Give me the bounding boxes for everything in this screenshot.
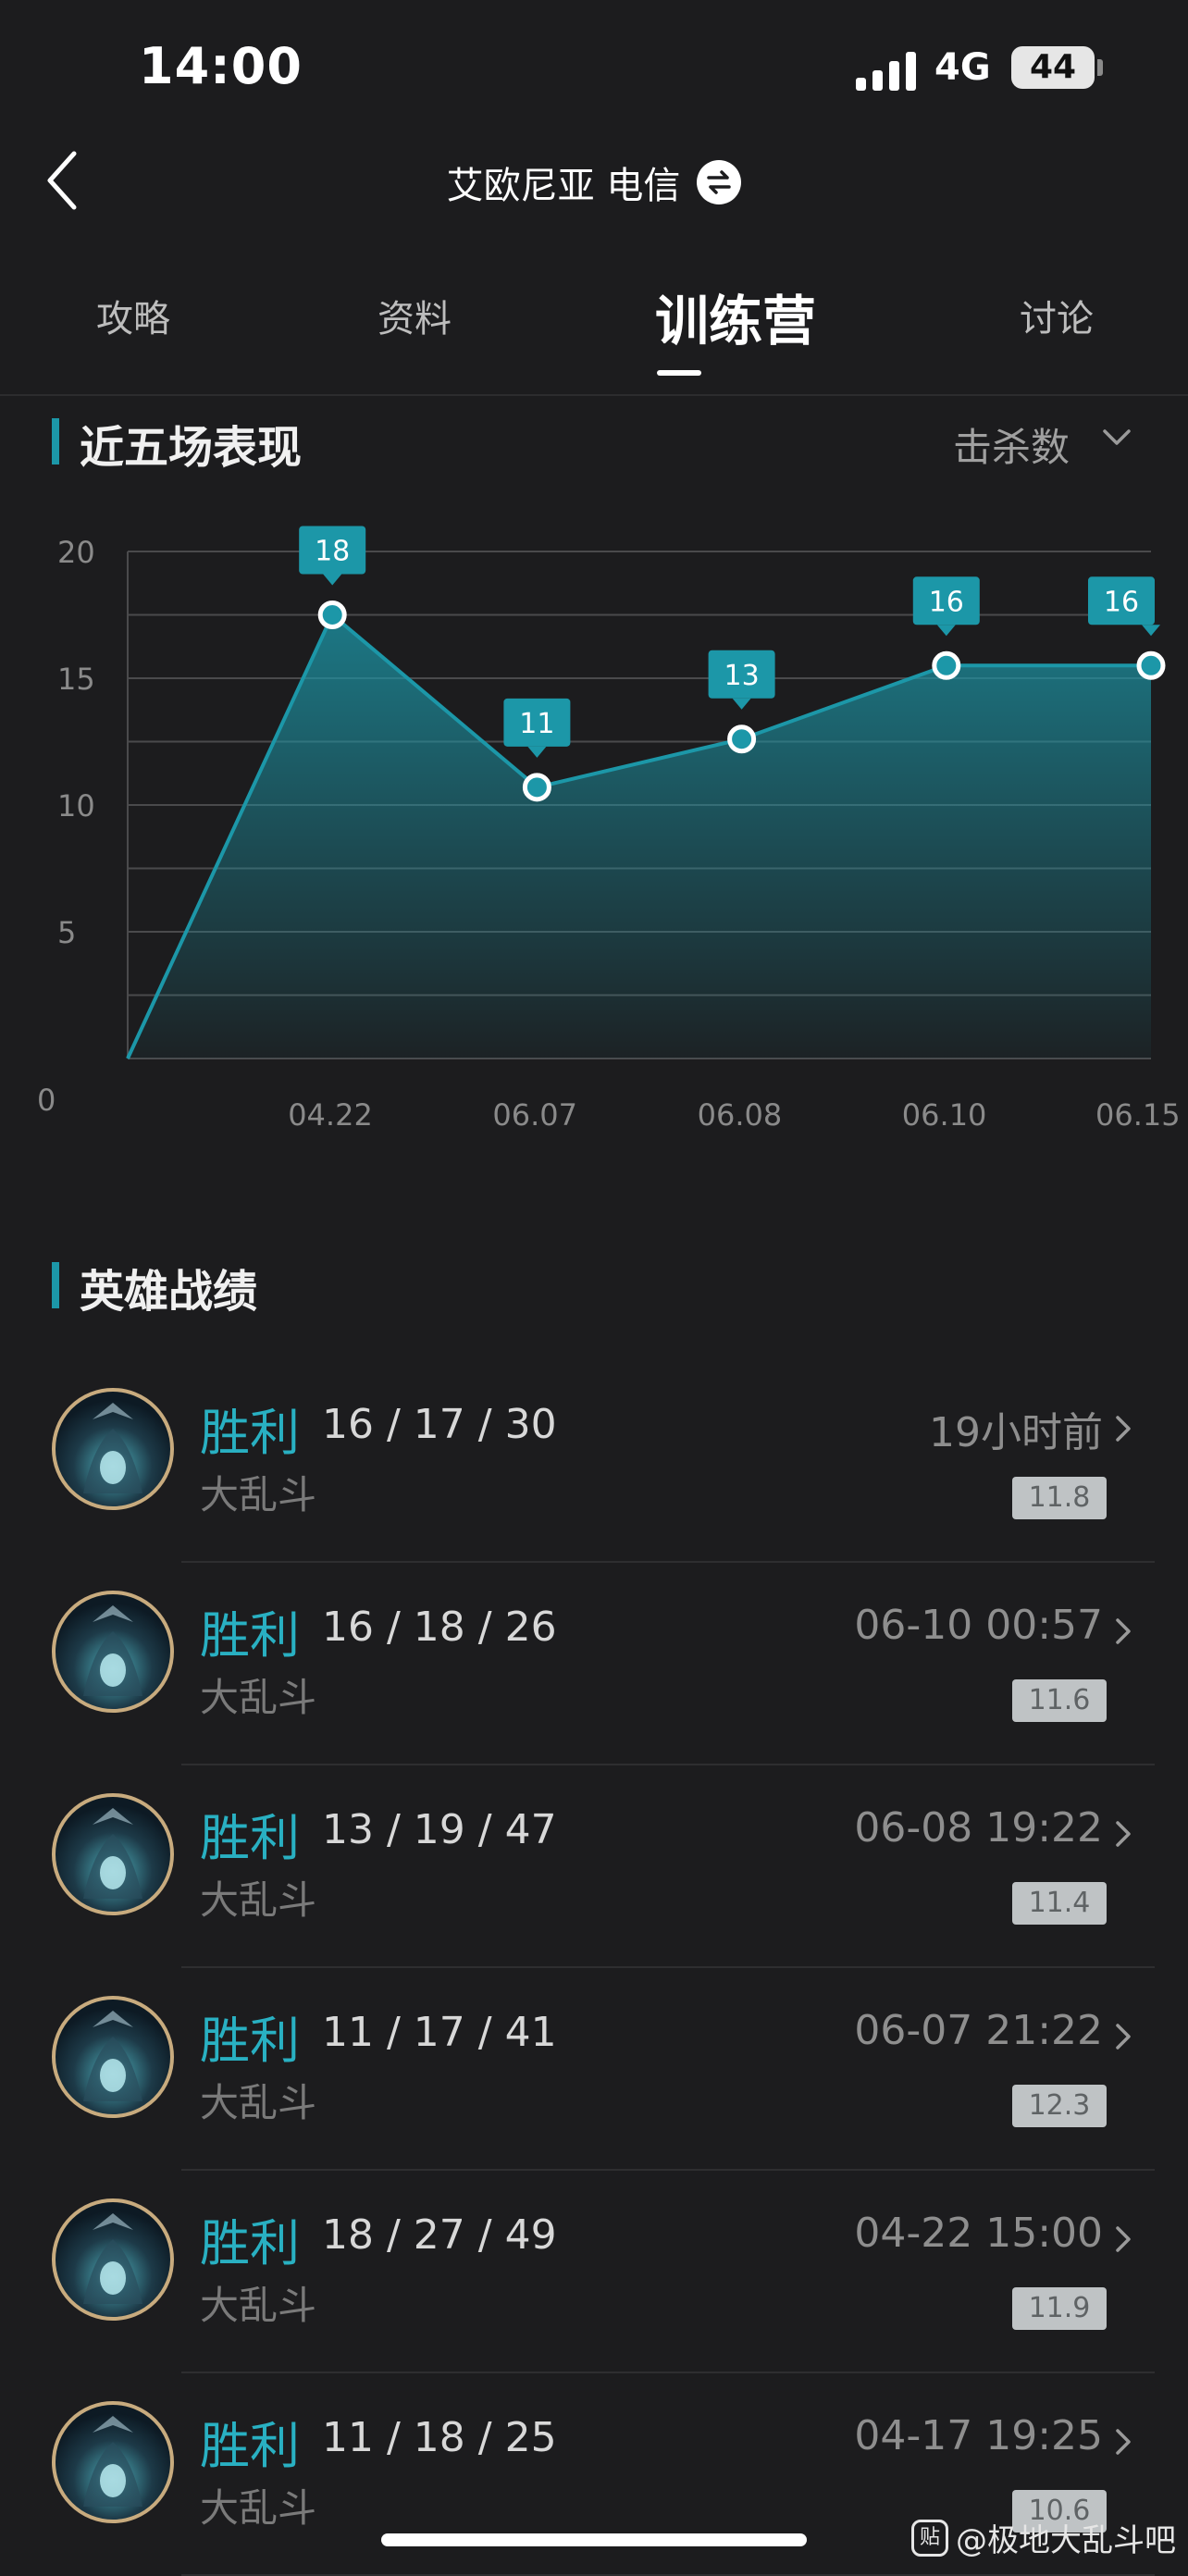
- match-time: 19小时前: [929, 1409, 1103, 1456]
- point-value-label: 16: [929, 586, 964, 618]
- watermark-text: @极地大乱斗吧: [956, 2522, 1176, 2559]
- point-label-pointer: [1142, 625, 1160, 637]
- match-record-row[interactable]: 胜利 13 / 19 / 47 大乱斗 06-08 19:22 11.4: [0, 1765, 1188, 1968]
- point-value-label: 16: [1104, 586, 1139, 618]
- point-label-pointer: [527, 746, 547, 758]
- match-score-badge: 11.8: [1012, 1477, 1107, 1519]
- match-score-badge: 11.6: [1012, 1679, 1107, 1722]
- tab-training-camp[interactable]: 训练营: [655, 278, 816, 355]
- data-point[interactable]: [727, 724, 757, 754]
- chevron-right-icon[interactable]: [1114, 2224, 1132, 2254]
- match-record-row[interactable]: 胜利 16 / 18 / 26 大乱斗 06-10 00:57 11.6: [0, 1563, 1188, 1765]
- match-mode: 大乱斗: [200, 1877, 317, 1923]
- tab-discussion[interactable]: 讨论: [1020, 289, 1094, 342]
- match-result: 胜利: [200, 2214, 300, 2273]
- x-tick-label: 06.08: [698, 1097, 783, 1133]
- match-time: 04-17 19:25: [854, 2412, 1103, 2459]
- match-result: 胜利: [200, 2012, 300, 2070]
- section-accent-bar: [52, 1262, 59, 1308]
- point-value-label: 11: [519, 708, 554, 740]
- x-tick-label: 06.07: [492, 1097, 577, 1133]
- champion-avatar: [52, 2198, 174, 2321]
- match-mode: 大乱斗: [200, 1472, 317, 1517]
- tab-strategy[interactable]: 攻略: [96, 289, 170, 342]
- match-score-badge: 11.9: [1012, 2287, 1107, 2330]
- match-score-badge: 12.3: [1012, 2085, 1107, 2127]
- match-result: 胜利: [200, 1606, 300, 1665]
- chevron-right-icon[interactable]: [1114, 1819, 1132, 1849]
- hero-records-title: 英雄战绩: [80, 1266, 258, 1318]
- point-label-pointer: [323, 574, 342, 586]
- performance-chart: 0 5 10 15 20 04.22 06.07 06.08 06.10 06.15 18 11 1…: [37, 526, 1181, 1133]
- home-indicator[interactable]: [381, 2533, 807, 2546]
- data-point[interactable]: [317, 601, 347, 629]
- server-title[interactable]: 艾欧尼亚 电信: [447, 155, 681, 209]
- champion-avatar: [52, 1996, 174, 2118]
- chevron-right-icon[interactable]: [1114, 2022, 1132, 2051]
- match-time: 06-07 21:22: [854, 2007, 1103, 2054]
- champion-avatar: [52, 1793, 174, 1915]
- data-point[interactable]: [932, 650, 961, 680]
- y-tick-label: 15: [57, 662, 95, 697]
- match-mode: 大乱斗: [200, 2080, 317, 2125]
- chart-area: [128, 614, 1151, 1059]
- match-result: 胜利: [200, 2417, 300, 2475]
- match-kda: 18 / 27 / 49: [322, 2211, 557, 2259]
- match-time: 04-22 15:00: [854, 2210, 1103, 2257]
- header-bar: 艾欧尼亚 电信: [0, 155, 1188, 209]
- match-mode: 大乱斗: [200, 1675, 317, 1720]
- section-accent-bar: [52, 418, 59, 464]
- tabs-divider: [0, 394, 1188, 396]
- y-tick-label: 0: [37, 1083, 56, 1118]
- tab-profile[interactable]: 资料: [377, 289, 452, 342]
- battery-level: 44: [1029, 48, 1077, 86]
- match-time: 06-08 19:22: [854, 1804, 1103, 1852]
- data-point[interactable]: [1136, 650, 1166, 680]
- x-tick-label: 04.22: [288, 1097, 373, 1133]
- point-label-pointer: [732, 698, 751, 710]
- x-tick-label: 06.15: [1095, 1097, 1181, 1133]
- x-tick-label: 06.10: [902, 1097, 987, 1133]
- watermark: 贴 @极地大乱斗吧: [911, 2515, 1176, 2560]
- signal-icon: [856, 52, 916, 91]
- match-mode: 大乱斗: [200, 2283, 317, 2328]
- status-time: 14:00: [139, 37, 303, 95]
- champion-avatar: [52, 1388, 174, 1510]
- switch-server-icon[interactable]: [697, 160, 742, 204]
- match-time: 06-10 00:57: [854, 1602, 1103, 1649]
- match-mode: 大乱斗: [200, 2485, 317, 2531]
- match-record-row[interactable]: 胜利 16 / 17 / 30 大乱斗 19小时前 11.8: [0, 1360, 1188, 1563]
- battery-nub: [1097, 59, 1103, 76]
- champion-avatar: [52, 1591, 174, 1713]
- match-kda: 11 / 17 / 41: [322, 2009, 557, 2056]
- chevron-right-icon[interactable]: [1114, 2427, 1132, 2457]
- y-tick-label: 20: [57, 535, 95, 570]
- chevron-right-icon[interactable]: [1114, 1616, 1132, 1646]
- metric-select[interactable]: 击杀数: [953, 416, 1070, 473]
- match-kda: 13 / 19 / 47: [322, 1806, 557, 1853]
- match-kda: 16 / 17 / 30: [322, 1401, 557, 1448]
- match-record-row[interactable]: 胜利 11 / 17 / 41 大乱斗 06-07 21:22 12.3: [0, 1968, 1188, 2171]
- network-type: 4G: [934, 46, 991, 89]
- battery-icon: 44: [1011, 46, 1095, 89]
- data-point[interactable]: [522, 773, 551, 802]
- match-kda: 16 / 18 / 26: [322, 1604, 557, 1651]
- match-score-badge: 11.4: [1012, 1882, 1107, 1925]
- performance-title: 近五场表现: [80, 422, 303, 474]
- match-kda: 11 / 18 / 25: [322, 2414, 557, 2461]
- champion-avatar: [52, 2401, 174, 2523]
- match-result: 胜利: [200, 1404, 300, 1462]
- match-record-row[interactable]: 胜利 18 / 27 / 49 大乱斗 04-22 15:00 11.9: [0, 2171, 1188, 2373]
- active-tab-indicator: [657, 370, 701, 376]
- y-tick-label: 10: [57, 788, 95, 824]
- tieba-logo-icon: 贴: [911, 2519, 948, 2557]
- chevron-down-icon[interactable]: [1101, 427, 1132, 448]
- point-value-label: 13: [724, 660, 760, 692]
- y-tick-label: 5: [57, 915, 76, 950]
- match-result: 胜利: [200, 1809, 300, 1867]
- point-value-label: 18: [315, 536, 350, 568]
- chevron-right-icon[interactable]: [1114, 1414, 1132, 1443]
- point-label-pointer: [936, 625, 956, 637]
